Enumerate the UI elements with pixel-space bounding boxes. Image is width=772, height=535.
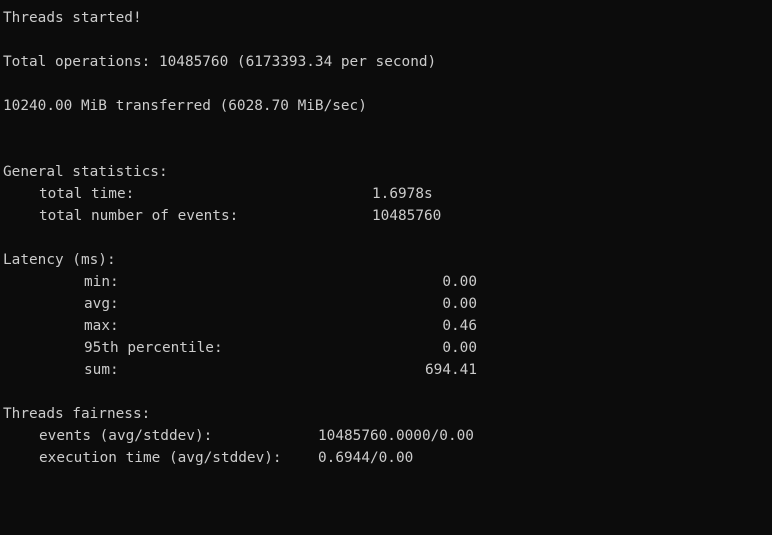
threads-fairness-heading: Threads fairness: bbox=[3, 406, 151, 422]
stat-row: total time: 1.6978s bbox=[3, 183, 772, 205]
latency-p95-label: 95th percentile: bbox=[84, 340, 223, 356]
latency-max-value: 0.46 bbox=[442, 318, 477, 334]
latency-avg-label: avg: bbox=[84, 296, 119, 312]
threads-started-text: Threads started! bbox=[3, 10, 142, 26]
stat-row: total number of events: 10485760 bbox=[3, 205, 772, 227]
total-events-label: total number of events: bbox=[39, 208, 239, 224]
transferred-text: 10240.00 MiB transferred (6028.70 MiB/se… bbox=[3, 98, 367, 114]
latency-p95-value: 0.00 bbox=[442, 340, 477, 356]
output-line: 10240.00 MiB transferred (6028.70 MiB/se… bbox=[3, 95, 772, 117]
stat-row: avg: 0.00 bbox=[3, 293, 772, 315]
fairness-exec-label: execution time (avg/stddev): bbox=[39, 450, 282, 466]
latency-min-label: min: bbox=[84, 274, 119, 290]
total-events-value: 10485760 bbox=[372, 208, 442, 224]
output-line: Total operations: 10485760 (6173393.34 p… bbox=[3, 51, 772, 73]
fairness-events-label: events (avg/stddev): bbox=[39, 428, 213, 444]
latency-avg-value: 0.00 bbox=[442, 296, 477, 312]
latency-min-value: 0.00 bbox=[442, 274, 477, 290]
latency-heading: Latency (ms): bbox=[3, 252, 116, 268]
latency-max-label: max: bbox=[84, 318, 119, 334]
output-line: Latency (ms): bbox=[3, 249, 772, 271]
total-time-label: total time: bbox=[39, 186, 135, 202]
terminal-output[interactable]: Threads started! Total operations: 10485… bbox=[0, 0, 772, 479]
stat-row: 95th percentile: 0.00 bbox=[3, 337, 772, 359]
stat-row: events (avg/stddev): 10485760.0000/0.00 bbox=[3, 425, 772, 447]
latency-sum-label: sum: bbox=[84, 362, 119, 378]
stat-row: min: 0.00 bbox=[3, 271, 772, 293]
stat-row: execution time (avg/stddev): 0.6944/0.00 bbox=[3, 447, 772, 469]
output-line: Threads fairness: bbox=[3, 403, 772, 425]
fairness-events-value: 10485760.0000/0.00 bbox=[318, 428, 474, 444]
stat-row: max: 0.46 bbox=[3, 315, 772, 337]
general-statistics-heading: General statistics: bbox=[3, 164, 168, 180]
stat-row: sum: 694.41 bbox=[3, 359, 772, 381]
output-line: General statistics: bbox=[3, 161, 772, 183]
total-operations-text: Total operations: 10485760 (6173393.34 p… bbox=[3, 54, 437, 70]
total-time-value: 1.6978s bbox=[372, 186, 433, 202]
latency-sum-value: 694.41 bbox=[425, 362, 477, 378]
fairness-exec-value: 0.6944/0.00 bbox=[318, 450, 414, 466]
output-line: Threads started! bbox=[3, 7, 772, 29]
